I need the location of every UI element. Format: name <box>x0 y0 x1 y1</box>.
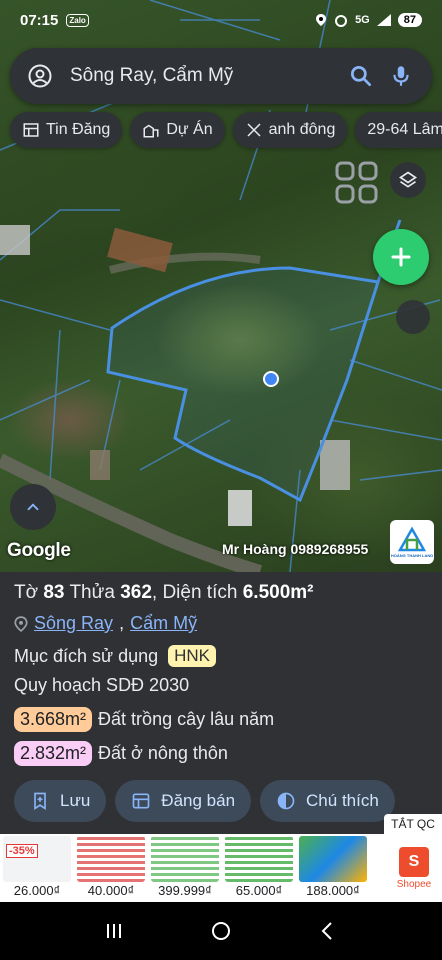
brand-caption: HOÀNG THANH LAND <box>390 553 434 558</box>
account-icon[interactable] <box>28 64 52 88</box>
ad-thumbnail <box>151 836 219 882</box>
ad-price: 188.000₫ <box>306 883 360 898</box>
chip-du-an[interactable]: Dự Án <box>130 112 225 148</box>
sheet-number: 83 <box>43 582 65 603</box>
save-button[interactable]: Lưu <box>14 780 107 822</box>
plot-number: 362 <box>120 582 152 603</box>
parcel-address: Sông Ray, Cẩm Mỹ <box>14 613 197 634</box>
area-label: , Diện tích <box>151 582 238 603</box>
filter-chips: Tin Đăng Dự Án anh đông 29-64 Lâm <box>10 112 442 148</box>
save-label: Lưu <box>60 791 91 810</box>
search-query[interactable]: Sông Ray, Cẩm Mỹ <box>70 65 334 87</box>
address-commune-link[interactable]: Sông Ray <box>34 613 113 634</box>
zone-label: Đất trồng cây lâu năm <box>98 709 275 729</box>
alarm-icon <box>335 15 348 27</box>
layers-icon <box>398 171 418 188</box>
plus-icon <box>391 247 411 267</box>
network-type: 5G <box>355 14 370 26</box>
status-bar: 07:15 Zalo 5G 87 <box>0 0 442 40</box>
ad-banner[interactable]: TẮT QC -35% 26.000₫ 40.000₫ 399.999₫ 65.… <box>0 814 442 902</box>
parcel-info-sheet: Tờ 83 Thửa 362, Diện tích 6.500m² Sông R… <box>0 572 442 834</box>
back-icon[interactable] <box>316 919 340 943</box>
close-ad-button[interactable]: TẮT QC <box>384 814 442 834</box>
discount-badge: -35% <box>6 844 38 858</box>
ad-thumbnail <box>225 836 293 882</box>
ad-thumbnail <box>77 836 145 882</box>
zone-label: Đất ở nông thôn <box>98 743 228 763</box>
title-mid: Thửa <box>69 582 115 603</box>
ad-price: 26.000₫ <box>13 883 61 898</box>
chip-29-64-lam[interactable]: 29-64 Lâm <box>355 112 442 148</box>
search-icon[interactable] <box>348 63 374 89</box>
brand-logo: HOÀNG THANH LAND <box>390 520 434 564</box>
post-for-sale-label: Đăng bán <box>161 791 236 810</box>
location-pin-icon <box>14 615 28 632</box>
ad-thumbnail <box>299 836 367 882</box>
expand-up-button[interactable] <box>10 484 56 530</box>
signal-icon <box>376 14 391 26</box>
recent-apps-icon[interactable] <box>102 919 126 943</box>
address-district-link[interactable]: Cẩm Mỹ <box>130 613 197 634</box>
add-button[interactable] <box>373 229 429 285</box>
purpose-label: Mục đích sử dụng <box>14 645 159 666</box>
layers-button[interactable] <box>390 162 426 198</box>
buildings-icon <box>143 124 159 138</box>
chip-label: Tin Đăng <box>46 121 111 138</box>
parcel-area: 6.500m² <box>242 582 314 603</box>
land-use-purpose: Mục đích sử dụng HNK <box>14 645 217 667</box>
chip-anh-dong[interactable]: anh đông <box>232 112 348 148</box>
zalo-badge: Zalo <box>66 13 89 27</box>
bookmark-plus-icon <box>34 792 46 811</box>
battery-indicator: 87 <box>397 13 422 27</box>
grid-icon <box>335 161 378 204</box>
action-buttons: Lưu Đăng bán Chú thích <box>14 780 395 822</box>
ad-item[interactable]: 65.000₫ <box>222 834 296 902</box>
address-separator: , <box>119 613 125 633</box>
zone-row: 2.832m² Đất ở nông thôn <box>14 741 228 766</box>
microphone-icon[interactable] <box>388 63 414 89</box>
list-icon <box>23 123 39 137</box>
title-prefix: Tờ <box>14 582 39 603</box>
chevron-up-icon <box>27 503 39 511</box>
brand-mark-icon <box>397 526 427 552</box>
listing-icon <box>132 793 150 809</box>
ruler-icon <box>247 123 261 137</box>
ad-thumbnail <box>3 836 71 882</box>
chip-label: anh đông <box>268 121 336 138</box>
watermark-text: Mr Hoàng 0989268955 <box>222 541 369 557</box>
shopee-logo[interactable]: S Shopee <box>386 834 442 902</box>
map-control-button[interactable] <box>396 300 430 334</box>
ad-price: 40.000₫ <box>87 883 135 898</box>
legend-button[interactable]: Chú thích <box>260 780 395 822</box>
post-for-sale-button[interactable]: Đăng bán <box>115 780 252 822</box>
ad-price: 65.000₫ <box>235 883 283 898</box>
chip-label: Dự Án <box>166 121 213 138</box>
legend-label: Chú thích <box>306 791 379 810</box>
ad-item[interactable]: 188.000₫ <box>296 834 370 902</box>
contrast-icon <box>277 792 295 810</box>
ad-item[interactable]: 40.000₫ <box>74 834 148 902</box>
shopee-label: Shopee <box>396 878 432 890</box>
chip-tin-dang[interactable]: Tin Đăng <box>10 112 123 148</box>
chip-label: 29-64 Lâm <box>367 121 442 138</box>
search-bar[interactable]: Sông Ray, Cẩm Mỹ <box>10 48 432 104</box>
shopee-bag-icon: S <box>399 846 429 877</box>
purpose-code-badge: HNK <box>168 645 217 667</box>
location-marker[interactable] <box>263 371 279 387</box>
status-time: 07:15 <box>20 11 59 29</box>
ad-item[interactable]: 399.999₫ <box>148 834 222 902</box>
ad-price: 399.999₫ <box>158 883 212 898</box>
status-icons: 5G 87 <box>315 13 422 27</box>
system-navigation-bar <box>0 902 442 960</box>
parcel-title: Tờ 83 Thửa 362, Diện tích 6.500m² <box>14 582 314 604</box>
google-logo: Google <box>7 540 71 561</box>
zone-area: 2.832m² <box>14 741 93 766</box>
location-pin-icon <box>316 14 327 26</box>
ad-item[interactable]: -35% 26.000₫ <box>0 834 74 902</box>
zone-row: 3.668m² Đất trồng cây lâu năm <box>14 707 274 732</box>
zone-area: 3.668m² <box>14 707 93 732</box>
home-icon[interactable] <box>209 919 233 943</box>
grid-view-button[interactable] <box>334 160 380 206</box>
planning-label: Quy hoạch SDĐ 2030 <box>14 675 190 695</box>
